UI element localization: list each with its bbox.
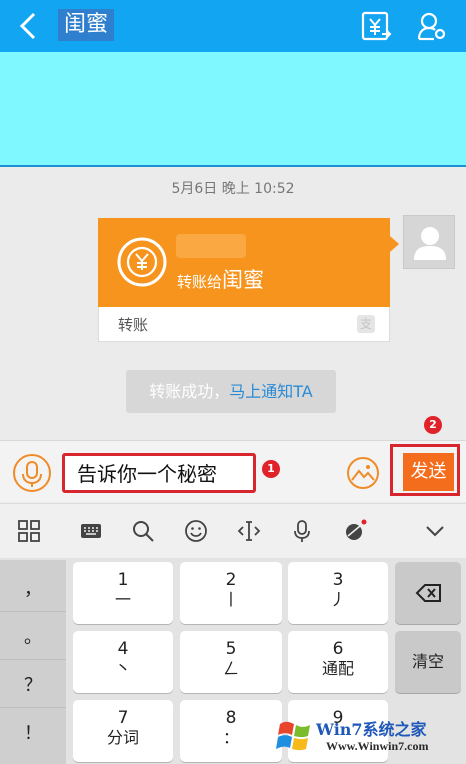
default-avatar-icon <box>414 227 446 260</box>
key-stroke: ： <box>222 728 239 747</box>
banner <box>0 52 466 166</box>
transfer-card-header: 转账给闺蜜 <box>98 218 390 307</box>
punct-key[interactable]: ！ <box>0 712 66 756</box>
clear-button[interactable]: 清空 <box>395 631 461 693</box>
message-timestamp: 5月6日 晚上 10:52 <box>171 181 295 197</box>
chevron-left-icon[interactable] <box>14 10 42 42</box>
key-number: 4 <box>117 639 129 659</box>
key-stroke: 通配 <box>321 659 354 678</box>
keyboard-layout-icon[interactable] <box>76 516 106 546</box>
transfer-recipient-name: 闺蜜 <box>222 268 265 292</box>
microphone-icon[interactable] <box>12 453 52 493</box>
backspace-key[interactable] <box>395 562 461 624</box>
input-bar: 告诉你一个秘密 1 2 发送 <box>0 416 466 502</box>
send-button[interactable]: 发送 <box>403 453 454 491</box>
key-number: 8 <box>225 708 237 728</box>
transfer-type-label: 转账 <box>118 316 149 334</box>
key-stroke: 丶 <box>114 659 131 678</box>
transfer-prefix: 转账给 <box>177 273 223 291</box>
key-number: 3 <box>332 570 344 590</box>
blurred-amount <box>176 234 246 258</box>
key-2[interactable]: 2 丨 <box>180 562 282 624</box>
key-number: 1 <box>117 570 129 590</box>
key-6[interactable]: 6 通配 <box>288 631 388 693</box>
key-stroke: 分词 <box>106 728 139 747</box>
transfer-recipient-label: 转账给闺蜜 <box>177 264 264 294</box>
watermark-title: Win7系统之家 <box>316 720 427 739</box>
skin-theme-icon[interactable] <box>340 516 370 546</box>
key-4[interactable]: 4 丶 <box>73 631 173 693</box>
annotation-badge-1: 1 <box>262 460 280 478</box>
emoji-icon[interactable] <box>181 516 211 546</box>
key-number: 7 <box>117 708 129 728</box>
microphone-icon[interactable] <box>287 516 317 546</box>
key-stroke: 丨 <box>222 590 239 609</box>
notice-text: 转账成功， <box>149 382 230 401</box>
key-stroke: ㄥ <box>222 659 239 678</box>
key-1[interactable]: 1 一 <box>73 562 173 624</box>
key-stroke: 丿 <box>329 590 346 609</box>
key-number: 2 <box>225 570 237 590</box>
transfer-card[interactable]: 转账给闺蜜 转账 支 <box>98 218 399 342</box>
watermark-url: Www.Winwin7.com <box>326 739 429 753</box>
key-3[interactable]: 3 丿 <box>288 562 388 624</box>
yuan-transfer-icon[interactable] <box>360 10 392 42</box>
watermark: Win7系统之家 Www.Winwin7.com <box>276 712 462 760</box>
punct-key[interactable]: ， <box>0 568 66 612</box>
key-number: 6 <box>332 639 344 659</box>
backspace-icon <box>415 584 441 602</box>
search-icon[interactable] <box>128 516 158 546</box>
image-emoji-icon[interactable] <box>346 456 380 490</box>
chevron-down-icon[interactable] <box>420 516 450 546</box>
divider <box>0 165 466 167</box>
punct-key[interactable]: 。 <box>0 616 66 660</box>
key-7[interactable]: 7 分词 <box>73 700 173 762</box>
punct-key[interactable]: ？ <box>0 664 66 708</box>
top-bar: 闺蜜 <box>0 0 466 52</box>
avatar[interactable] <box>403 215 455 269</box>
key-stroke: 一 <box>114 590 131 609</box>
keyboard-toolbar <box>0 503 466 558</box>
key-5[interactable]: 5 ㄥ <box>180 631 282 693</box>
cursor-move-icon[interactable] <box>234 516 264 546</box>
system-notice: 转账成功，马上通知TA <box>126 370 336 413</box>
bubble-tail <box>390 236 399 252</box>
windows-logo-icon <box>276 721 310 751</box>
user-settings-icon[interactable] <box>416 10 448 42</box>
message-input[interactable]: 告诉你一个秘密 <box>62 453 256 493</box>
yuan-exchange-icon <box>117 237 167 287</box>
key-number: 5 <box>225 639 237 659</box>
notify-link[interactable]: 马上通知TA <box>229 382 312 401</box>
chat-title: 闺蜜 <box>58 9 115 41</box>
key-8[interactable]: 8 ： <box>180 700 282 762</box>
punctuation-column: ， 。 ？ ！ <box>0 560 66 764</box>
grid-menu-icon[interactable] <box>14 516 44 546</box>
alipay-logo-icon: 支 <box>357 315 375 333</box>
transfer-card-footer: 转账 支 <box>98 307 390 342</box>
annotation-badge-2: 2 <box>424 416 442 434</box>
